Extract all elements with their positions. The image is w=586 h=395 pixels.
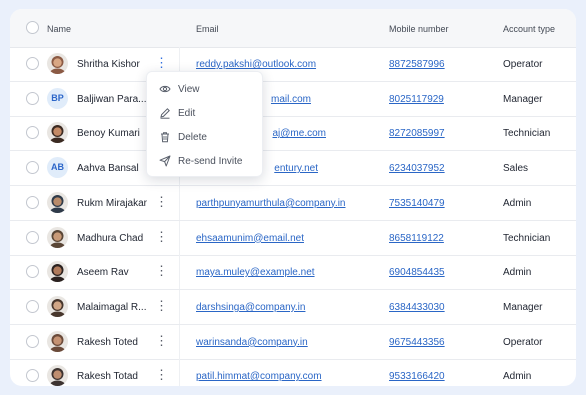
mobile-link[interactable]: 6234037952: [389, 163, 445, 174]
row-checkbox[interactable]: [26, 126, 39, 140]
row-checkbox[interactable]: [26, 265, 39, 279]
avatar: [47, 261, 68, 283]
column-header-mobile[interactable]: Mobile number: [389, 24, 449, 34]
email-link[interactable]: darshsinga@company.in: [196, 302, 305, 313]
user-name: Rakesh Toted: [77, 336, 138, 348]
table-row[interactable]: BPBaljiwan Para...⋮mail.com8025117929Man…: [10, 81, 576, 117]
more-actions-icon[interactable]: ⋮: [155, 298, 168, 315]
table-header: Name Email Mobile number Account type: [10, 9, 576, 48]
email-link[interactable]: patil.himmat@company.com: [196, 371, 322, 382]
row-checkbox[interactable]: [26, 299, 39, 313]
email-link[interactable]: parthpunyamurthula@company.in: [196, 198, 346, 209]
account-type: Operator: [503, 336, 543, 348]
mobile-link[interactable]: 6384433030: [389, 302, 445, 313]
avatar: [47, 122, 68, 144]
avatar: BP: [47, 87, 68, 109]
row-checkbox[interactable]: [26, 334, 39, 348]
select-all-checkbox[interactable]: [26, 21, 39, 34]
email-link[interactable]: entury.net: [274, 163, 318, 174]
email-link[interactable]: reddy.pakshi@outlook.com: [196, 59, 316, 70]
mobile-link[interactable]: 8872587996: [389, 59, 445, 70]
avatar: [47, 365, 68, 386]
table-row[interactable]: Rukm Mirajakar ⋮ parthpunyamurthula@compan…: [10, 185, 576, 221]
avatar: [47, 295, 68, 317]
users-table: Name Email Mobile number Account type Sh…: [10, 9, 576, 386]
row-checkbox[interactable]: [26, 369, 39, 383]
row-checkbox[interactable]: [26, 161, 39, 175]
account-type: Manager: [503, 93, 543, 105]
column-divider: [179, 255, 180, 290]
account-type: Admin: [503, 371, 532, 383]
user-name: Benoy Kumari: [77, 128, 140, 140]
user-name: Rukm Mirajakar: [77, 197, 148, 209]
column-header-email[interactable]: Email: [196, 24, 219, 34]
column-divider: [179, 220, 180, 255]
mobile-link[interactable]: 9533166420: [389, 371, 445, 382]
account-type: Manager: [503, 301, 543, 313]
email-link[interactable]: mail.com: [271, 94, 311, 105]
more-actions-icon[interactable]: ⋮: [155, 333, 168, 350]
mobile-link[interactable]: 8272085997: [389, 128, 445, 139]
table-row[interactable]: Malaimagal R... ⋮ darshsinga@company.in 638…: [10, 289, 576, 325]
avatar: [47, 191, 68, 213]
account-type: Technician: [503, 232, 551, 244]
account-type: Technician: [503, 128, 551, 140]
email-link[interactable]: aj@me.com: [273, 128, 327, 139]
trash-icon: [161, 132, 169, 143]
more-actions-icon[interactable]: ⋮: [155, 264, 168, 280]
mobile-link[interactable]: 6904854435: [389, 267, 445, 278]
avatar: [47, 330, 68, 352]
mobile-link[interactable]: 8658119122: [389, 233, 444, 244]
mobile-link[interactable]: 8025117929: [389, 94, 444, 105]
user-name: Rakesh Totad: [77, 371, 138, 383]
more-actions-icon[interactable]: ⋮: [155, 368, 168, 384]
eye-icon: [159, 85, 171, 93]
account-type: Sales: [503, 163, 529, 175]
row-checkbox[interactable]: [26, 230, 39, 244]
menu-item-view-label: View: [178, 84, 200, 95]
row-actions-menu: View Edit Delete Re-send Invite: [146, 71, 263, 177]
account-type: Operator: [503, 59, 543, 70]
row-checkbox[interactable]: [26, 195, 39, 209]
pencil-icon: [160, 108, 170, 119]
column-header-name[interactable]: Name: [47, 24, 71, 34]
table-row[interactable]: Shritha Kishor ⋮ reddy.pakshi@outlook.com 8…: [10, 47, 576, 82]
table-row[interactable]: Benoy Kumari⋮aj@me.com8272085997Technici…: [10, 116, 576, 152]
user-name: Aahva Bansal: [77, 163, 139, 175]
column-divider: [179, 289, 180, 324]
avatar: [47, 226, 68, 248]
user-name: Madhura Chad: [77, 232, 144, 244]
table-row[interactable]: ABAahva Bansal⋮entury.net6234037952Sales: [10, 151, 576, 187]
mobile-link[interactable]: 7535140479: [389, 198, 445, 209]
send-icon: [159, 155, 171, 167]
column-divider: [179, 359, 180, 386]
row-checkbox[interactable]: [26, 91, 39, 105]
row-checkbox[interactable]: [26, 57, 39, 70]
email-link[interactable]: maya.muley@example.net: [196, 267, 315, 278]
column-header-account-type[interactable]: Account type: [503, 24, 555, 34]
account-type: Admin: [503, 267, 532, 279]
user-name: Aseem Rav: [77, 267, 129, 279]
email-link[interactable]: warinsanda@company.in: [196, 337, 308, 348]
user-name: Baljiwan Para...: [77, 93, 147, 105]
more-actions-icon[interactable]: ⋮: [155, 194, 168, 211]
table-row[interactable]: Rakesh Toted ⋮ warinsanda@company.in 967544…: [10, 324, 576, 360]
menu-item-edit-label: Edit: [178, 108, 196, 119]
avatar: AB: [47, 157, 68, 179]
more-actions-icon[interactable]: ⋮: [155, 229, 168, 246]
column-divider: [179, 185, 180, 220]
avatar: [47, 53, 68, 74]
mobile-link[interactable]: 9675443356: [389, 337, 445, 348]
menu-item-resend-invite-label: Re-send Invite: [178, 156, 243, 167]
user-name: Malaimagal R...: [77, 301, 147, 313]
user-name: Shritha Kishor: [77, 59, 140, 70]
table-row[interactable]: Aseem Rav ⋮ maya.muley@example.net 69048544…: [10, 255, 576, 291]
email-link[interactable]: ehsaamunim@email.net: [196, 233, 304, 244]
account-type: Admin: [503, 197, 532, 209]
table-row[interactable]: Rakesh Totad ⋮ patil.himmat@company.com 953…: [10, 359, 576, 386]
menu-item-delete-label: Delete: [178, 132, 207, 143]
column-divider: [179, 324, 180, 359]
more-actions-icon[interactable]: ⋮: [155, 56, 168, 72]
table-row[interactable]: Madhura Chad ⋮ ehsaamunim@email.net 8658119…: [10, 220, 576, 256]
